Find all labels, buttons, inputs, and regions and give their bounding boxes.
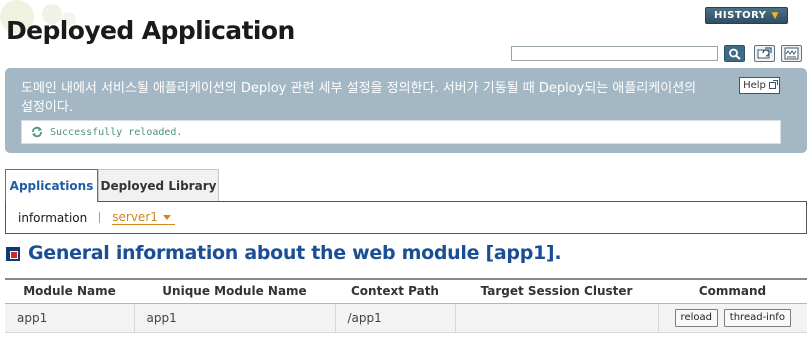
xml-button[interactable] — [781, 45, 802, 62]
section-title: General information about the web module… — [28, 242, 562, 264]
refresh-button[interactable] — [754, 45, 775, 62]
xml-icon — [784, 47, 799, 60]
command-cell: reload thread-info — [658, 303, 807, 333]
page-title: Deployed Application — [6, 16, 295, 45]
history-label: HISTORY — [714, 10, 767, 21]
status-message-box: Successfully reloaded. — [21, 120, 781, 144]
column-header: Unique Module Name — [134, 278, 335, 304]
column-header: Module Name — [5, 278, 134, 304]
info-divider — [99, 212, 101, 223]
description-panel: 도메인 내에서 서비스될 애플리케이션의 Deploy 관련 세부 설정을 정의… — [5, 68, 807, 153]
section-bullet-icon — [6, 247, 20, 261]
table-header-row: Module Name Unique Module Name Context P… — [5, 278, 807, 304]
server-select-value: server1 — [112, 210, 158, 224]
module-name-cell: app1 — [5, 303, 135, 333]
module-table: Module Name Unique Module Name Context P… — [5, 278, 807, 333]
reload-button[interactable]: reload — [674, 308, 718, 327]
column-header: Context Path — [335, 278, 455, 304]
context-path-cell: /app1 — [335, 303, 456, 333]
reload-icon — [32, 126, 42, 138]
tab-applications[interactable]: Applications — [5, 169, 98, 202]
chevron-down-icon: ▼ — [771, 10, 779, 21]
search-icon — [728, 48, 741, 60]
help-label: Help — [743, 80, 766, 91]
help-icon — [768, 80, 778, 89]
history-button[interactable]: HISTORY ▼ — [705, 7, 788, 24]
caret-down-icon — [162, 214, 171, 220]
help-button[interactable]: Help — [739, 77, 780, 94]
thread-info-button[interactable]: thread-info — [723, 308, 791, 327]
info-label: information — [18, 210, 88, 225]
refresh-icon — [757, 47, 772, 59]
description-text: 도메인 내에서 서비스될 애플리케이션의 Deploy 관련 세부 설정을 정의… — [21, 81, 697, 115]
unique-module-name-cell: app1 — [134, 303, 336, 333]
column-header: Target Session Cluster — [455, 278, 658, 304]
column-header: Command — [658, 278, 807, 304]
tab-bar: Applications Deployed Library — [5, 169, 807, 202]
tab-deployed-library[interactable]: Deployed Library — [98, 169, 219, 202]
server-select[interactable]: server1 — [112, 210, 175, 225]
target-session-cluster-cell — [455, 303, 659, 333]
info-bar: information server1 — [5, 201, 807, 234]
search-input[interactable] — [511, 46, 718, 61]
search-button[interactable] — [724, 45, 745, 62]
status-message: Successfully reloaded. — [50, 126, 183, 138]
table-row: app1 app1 /app1 reload thread-info — [5, 303, 807, 333]
